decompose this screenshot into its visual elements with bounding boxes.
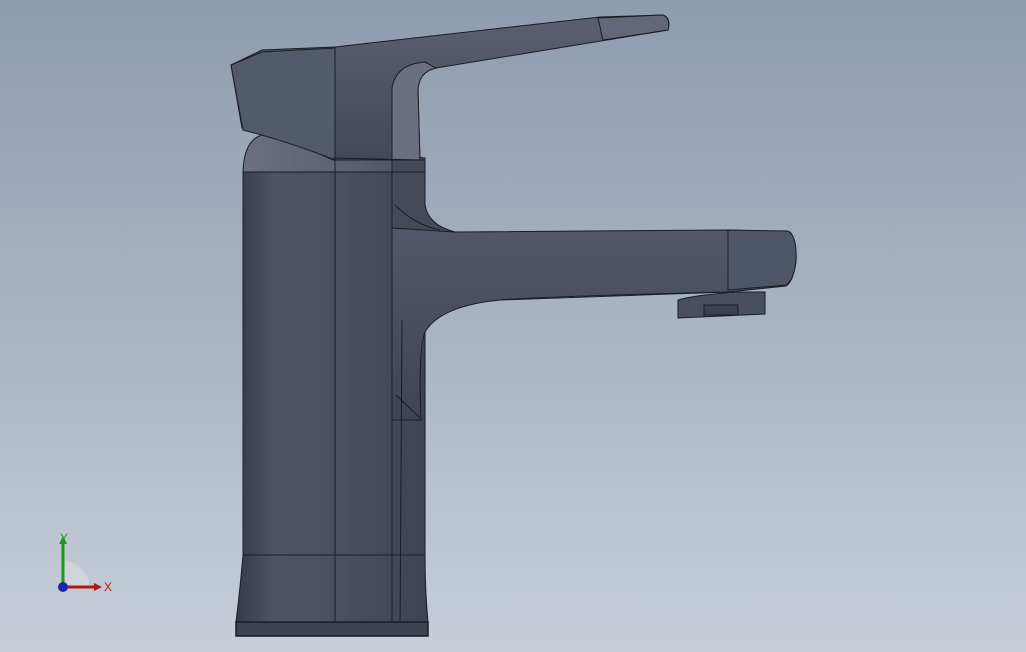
spout-tip[interactable] [727,229,797,291]
x-axis-label: X [104,580,112,594]
aerator-ring [703,304,739,316]
faucet-neck[interactable] [391,159,456,233]
x-axis-arrow [94,583,102,591]
reference-triad[interactable]: Y X [50,530,120,600]
z-axis-dot [58,582,68,592]
faucet-base[interactable] [235,621,429,637]
lever-slot [391,61,438,161]
faucet-model[interactable] [0,0,1026,652]
cad-graphics-viewport[interactable]: Y X [0,0,1026,652]
y-axis-label: Y [60,531,68,545]
lever-tip [597,14,670,41]
triad-rotation-arc [64,560,90,586]
